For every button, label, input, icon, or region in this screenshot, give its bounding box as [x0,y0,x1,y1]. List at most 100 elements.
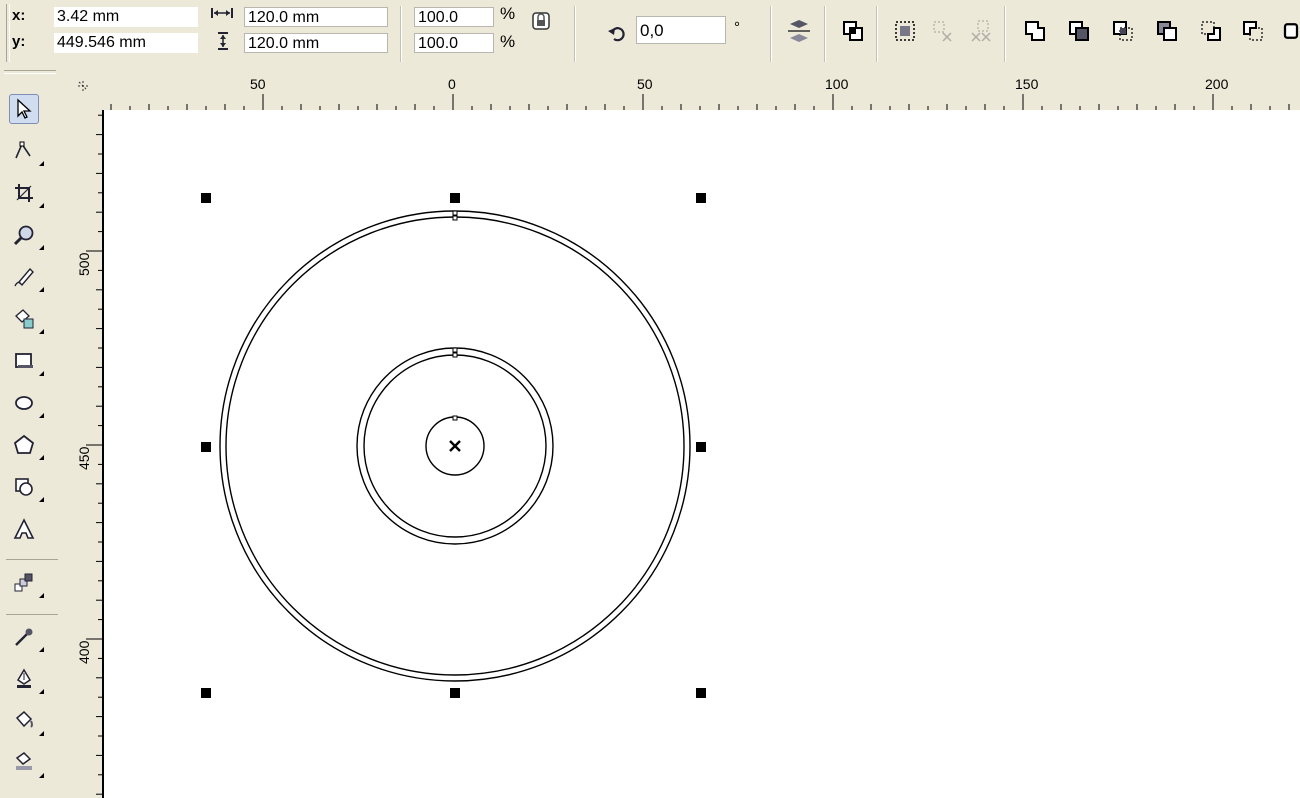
basic-shapes-tool[interactable] [9,472,44,502]
ellipse-tool[interactable] [9,388,44,418]
height-icon [210,30,236,52]
drawing-objects [201,193,706,698]
x-position-field[interactable]: 3.42 mm [54,7,198,27]
ruler-origin-corner[interactable] [64,68,102,110]
text-a-icon [13,518,35,539]
eyedropper-icon [15,628,33,646]
arrow-pointer-icon [17,98,32,119]
polygon-icon [13,434,35,454]
h-ruler-label: 200 [1205,76,1229,92]
separator [824,6,825,62]
toolbox [0,68,64,798]
selection-handle-top-right[interactable] [696,193,706,203]
node-marker[interactable] [452,215,458,221]
paint-bucket-icon [15,710,33,728]
node-marker[interactable] [452,352,458,358]
outline-tool[interactable] [9,664,44,694]
interactive-fill-tool[interactable] [9,748,44,778]
selection-handle-bottom-right[interactable] [696,688,706,698]
h-ruler-label: 0 [448,76,456,92]
y-position-field[interactable]: 449.546 mm [54,33,198,53]
create-boundary-icon[interactable] [1282,18,1300,44]
rotate-icon [604,21,630,47]
group-icon[interactable] [892,18,918,44]
h-ruler-label: 50 [637,76,653,92]
horizontal-ruler[interactable]: 50 0 50 100 150 200 [102,68,1300,110]
freehand-tool[interactable] [9,262,44,292]
crop-tool[interactable] [9,178,44,208]
scale-y-percent: % [500,32,516,51]
selection-handle-top[interactable] [450,193,460,203]
property-bar: x: 3.42 mm y: 449.546 mm 120.0 mm 120.0 … [0,0,1300,69]
x-label: x: [12,7,26,24]
toolbar-grip[interactable] [6,4,10,62]
shape-edit-icon [15,141,31,159]
separator [770,6,771,62]
toolbox-grip[interactable] [4,70,56,74]
height-field[interactable]: 120.0 mm [244,33,388,53]
vertical-ruler[interactable]: 500 450 400 [64,110,102,798]
width-field[interactable]: 120.0 mm [244,7,388,27]
rectangle-icon [15,353,33,368]
v-ruler-label: 450 [76,446,92,470]
lock-ratio-icon[interactable] [528,8,554,34]
node-marker[interactable] [452,347,458,353]
node-marker[interactable] [452,210,458,216]
simplify-icon[interactable] [1154,18,1180,44]
ungroup-icon[interactable] [930,18,956,44]
pencil-icon [14,267,34,287]
combine-icon[interactable] [840,18,866,44]
ungroup-all-icon[interactable] [968,18,994,44]
crop-icon [15,184,33,202]
interactive-fill-icon [15,752,32,770]
rotation-field[interactable]: 0,0 [636,16,726,44]
mirror-icon[interactable] [786,18,812,44]
polygon-tool[interactable] [9,430,44,460]
selection-handle-right[interactable] [696,442,706,452]
interactive-blend-tool[interactable] [9,568,44,598]
y-label: y: [12,33,26,50]
ellipse-icon [15,396,33,410]
v-ruler-label: 500 [76,252,92,276]
selection-handle-top-left[interactable] [201,193,211,203]
eyedropper-tool[interactable] [9,622,44,652]
ruler-origin-icon [78,81,88,91]
separator [400,6,401,62]
trim-icon[interactable] [1066,18,1092,44]
separator [574,6,575,62]
separator [1004,6,1005,62]
toolbox-separator [6,559,58,560]
weld-icon[interactable] [1022,18,1048,44]
center-x-icon[interactable] [449,440,461,452]
shape-tool[interactable] [9,136,44,166]
back-minus-front-icon[interactable] [1240,18,1266,44]
degree-symbol: ° [734,19,740,36]
h-ruler-label: 150 [1015,76,1039,92]
magnifier-icon [13,225,34,246]
intersect-icon[interactable] [1110,18,1136,44]
front-minus-back-icon[interactable] [1198,18,1224,44]
scale-x-field[interactable]: 100.0 [414,7,494,27]
smart-fill-icon [15,309,34,329]
toolbox-separator [6,614,58,615]
text-tool[interactable] [9,514,39,544]
v-ruler-label: 400 [76,640,92,664]
scale-x-percent: % [500,4,516,23]
smart-fill-tool[interactable] [9,304,44,334]
basic-shapes-icon [15,478,33,496]
h-ruler-label: 100 [825,76,849,92]
pick-tool[interactable] [9,94,39,124]
fill-tool[interactable] [9,706,44,736]
selection-handle-left[interactable] [201,442,211,452]
selection-handle-bottom[interactable] [450,688,460,698]
node-marker[interactable] [452,415,458,421]
h-ruler-label: 50 [250,76,266,92]
scale-y-field[interactable]: 100.0 [414,33,494,53]
pen-nib-icon [16,668,32,688]
selection-handle-bottom-left[interactable] [201,688,211,698]
rectangle-tool[interactable] [9,346,44,376]
separator [876,6,877,62]
width-icon [204,2,240,24]
zoom-tool[interactable] [9,220,44,250]
blend-icon [14,573,33,592]
